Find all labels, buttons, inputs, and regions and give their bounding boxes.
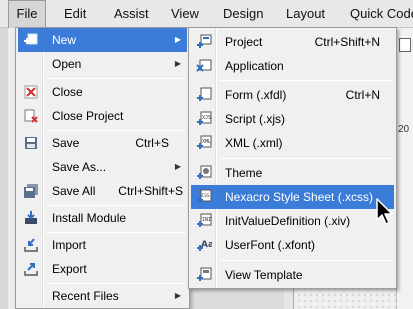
submenu-item-label: Script (.xjs)	[225, 112, 285, 126]
submenu-arrow-icon: ▶	[174, 162, 181, 171]
import-icon	[23, 237, 39, 253]
menu-file[interactable]: File	[8, 0, 46, 28]
menu-item-label: Import	[52, 238, 87, 252]
menu-edit[interactable]: Edit	[58, 0, 92, 28]
file-menu-save-as[interactable]: Save As... ▶	[18, 155, 187, 179]
submenu-item-label: XML (.xml)	[225, 136, 283, 150]
file-menu-import[interactable]: Import	[18, 233, 187, 257]
menu-item-shortcut: Ctrl+Shift+S	[118, 184, 183, 198]
menu-item-shortcut: Ctrl+S	[135, 136, 169, 150]
menu-item-label: Recent Files	[52, 289, 119, 303]
document-icon[interactable]	[399, 38, 411, 52]
file-menu-export[interactable]: Export	[18, 257, 187, 281]
menu-item-label: Close	[52, 85, 83, 99]
file-menu-open[interactable]: Open ▶	[18, 52, 187, 76]
menu-separator	[219, 80, 393, 81]
new-menu-theme[interactable]: Theme	[191, 161, 394, 185]
project-icon	[196, 34, 212, 50]
svg-text:XML: XML	[202, 139, 211, 145]
submenu-item-label: InitValueDefinition (.xiv)	[225, 214, 351, 228]
userfont-icon: Aa	[196, 237, 212, 253]
menu-separator	[46, 78, 186, 79]
export-icon	[23, 261, 39, 277]
design-canvas[interactable]	[296, 286, 396, 309]
new-file-icon	[23, 32, 39, 48]
theme-icon	[196, 165, 212, 181]
view-template-icon	[196, 267, 212, 283]
menu-item-label: Open	[52, 57, 82, 71]
new-menu-xiv[interactable]: INIT InitValueDefinition (.xiv)	[191, 209, 394, 233]
xcss-icon: CSS	[196, 189, 212, 205]
menu-item-label: Save As...	[52, 160, 107, 174]
submenu-item-label: Project	[225, 35, 263, 49]
left-toolbar-strip	[0, 28, 8, 309]
new-menu-form[interactable]: Form (.xfdl) Ctrl+N	[191, 83, 394, 107]
file-menu-close-project[interactable]: Close Project	[18, 104, 187, 128]
menu-design[interactable]: Design	[217, 0, 269, 28]
submenu-item-shortcut: Ctrl+N	[345, 88, 380, 102]
new-submenu: Project Ctrl+Shift+N Application Form (.…	[188, 27, 397, 289]
submenu-item-label: Nexacro Style Sheet (.xcss)	[225, 190, 374, 204]
menu-quick-code[interactable]: Quick Code	[344, 0, 413, 28]
close-project-icon	[23, 108, 39, 124]
submenu-item-label: Application	[225, 59, 284, 73]
menu-item-label: Install Module	[52, 211, 127, 225]
menu-separator	[219, 260, 393, 261]
new-menu-xml[interactable]: XML XML (.xml)	[191, 131, 394, 155]
file-menu-close[interactable]: Close	[18, 80, 187, 104]
new-menu-project[interactable]: Project Ctrl+Shift+N	[191, 30, 394, 54]
menu-item-label: New	[52, 33, 77, 47]
file-menu: New ▶ Open ▶ Close Close Project Save Ct…	[15, 27, 190, 309]
menu-view[interactable]: View	[165, 0, 205, 28]
submenu-arrow-icon: ▶	[174, 35, 181, 44]
submenu-item-shortcut: Ctrl+Shift+N	[314, 35, 380, 49]
menu-item-label: Save All	[52, 184, 96, 198]
submenu-item-label: Theme	[225, 166, 263, 180]
svg-text:CSS: CSS	[202, 193, 210, 199]
menu-item-label: Export	[52, 262, 87, 276]
application-icon	[196, 58, 212, 74]
new-menu-application[interactable]: Application	[191, 54, 394, 78]
menu-bar: File Edit Assist View Design Layout Quic…	[0, 0, 413, 28]
close-red-x-icon	[23, 84, 39, 100]
new-menu-userfont[interactable]: Aa UserFont (.xfont)	[191, 233, 394, 257]
menu-item-label: Close Project	[52, 109, 124, 123]
file-menu-save-all[interactable]: Save All Ctrl+Shift+S	[18, 179, 187, 203]
menu-separator	[219, 158, 393, 159]
script-icon: XJS	[196, 111, 212, 127]
file-menu-install-module[interactable]: Install Module	[18, 206, 187, 230]
form-icon	[196, 87, 212, 103]
submenu-item-label: UserFont (.xfont)	[225, 238, 316, 252]
install-module-icon	[23, 210, 39, 226]
new-menu-script[interactable]: XJS Script (.xjs)	[191, 107, 394, 131]
save-disk-icon	[23, 135, 39, 151]
menu-item-label: Save	[52, 136, 80, 150]
file-menu-recent-files[interactable]: Recent Files ▶	[18, 284, 187, 308]
right-panel	[396, 28, 413, 309]
submenu-item-label: Form (.xfdl)	[225, 88, 287, 102]
menu-layout[interactable]: Layout	[280, 0, 331, 28]
svg-text:XJS: XJS	[202, 115, 211, 121]
file-menu-save[interactable]: Save Ctrl+S	[18, 131, 187, 155]
submenu-arrow-icon: ▶	[174, 59, 181, 68]
ruler-number: 20	[398, 124, 410, 135]
submenu-item-label: View Template	[225, 268, 303, 282]
submenu-arrow-icon: ▶	[174, 291, 181, 300]
save-all-icon	[23, 183, 39, 199]
mouse-cursor-icon	[375, 198, 395, 226]
file-menu-new[interactable]: New ▶	[18, 28, 187, 52]
svg-text:INIT: INIT	[202, 217, 212, 223]
xml-icon: XML	[196, 135, 212, 151]
xiv-icon: INIT	[196, 213, 212, 229]
menu-assist[interactable]: Assist	[108, 0, 155, 28]
new-menu-xcss[interactable]: CSS Nexacro Style Sheet (.xcss)	[191, 185, 394, 209]
new-menu-view-template[interactable]: View Template	[191, 263, 394, 287]
